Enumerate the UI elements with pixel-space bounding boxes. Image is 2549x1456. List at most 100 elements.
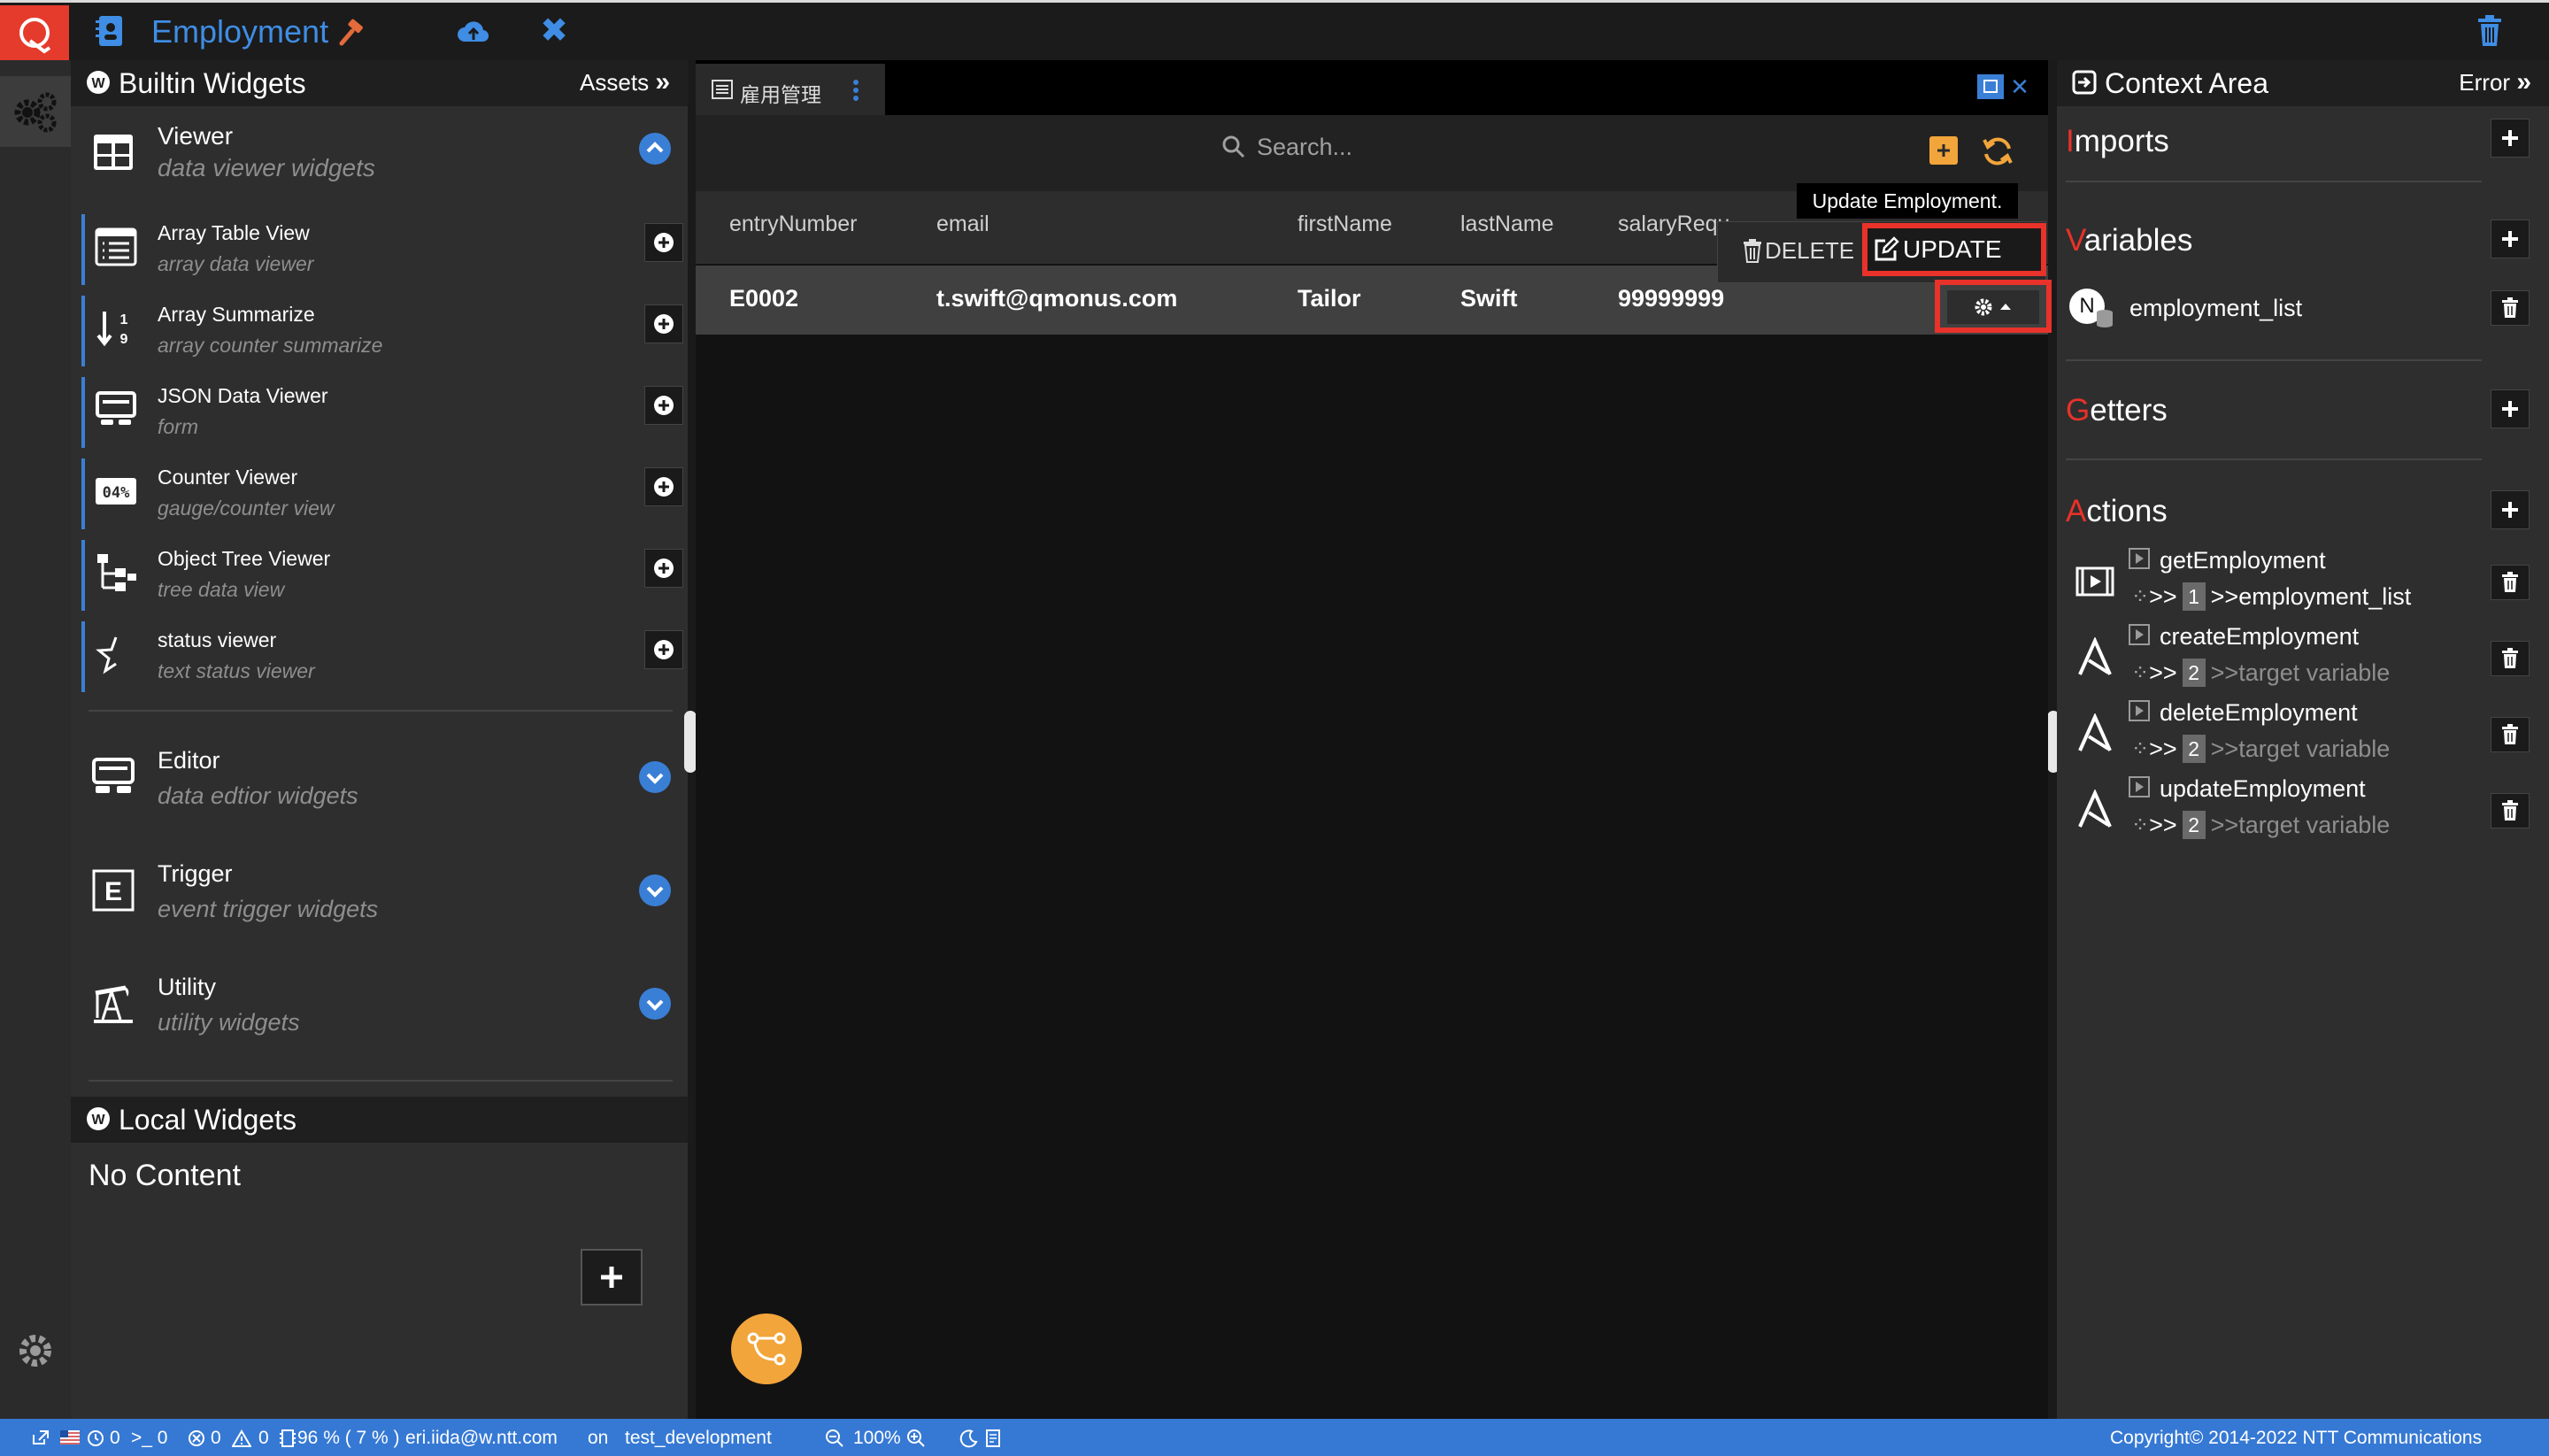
widget-title: status viewer: [158, 628, 277, 651]
spinner-icon: ⁘: [2131, 584, 2150, 609]
add-getter-button[interactable]: [2491, 389, 2530, 428]
add-widget-button[interactable]: [644, 386, 683, 425]
widget-object-tree-viewer[interactable]: Object Tree Viewer tree data view: [81, 538, 683, 612]
widget-counter-viewer[interactable]: 04% Counter Viewer gauge/counter view: [81, 457, 683, 531]
add-variable-button[interactable]: [2491, 220, 2530, 258]
cloud-upload-icon[interactable]: [457, 17, 490, 47]
widget-subtitle: tree data view: [158, 578, 285, 601]
settings-gear-icon[interactable]: [16, 1331, 55, 1370]
rail-widgets-button[interactable]: [0, 76, 71, 147]
group-editor[interactable]: Editor data edtior widgets: [71, 738, 688, 813]
status-environment[interactable]: test_development: [625, 1428, 772, 1449]
expand-toggle-button[interactable]: [639, 761, 671, 793]
action-target: >>employment_list: [2210, 582, 2412, 610]
add-widget-button[interactable]: [644, 304, 683, 343]
tab-employment-management[interactable]: 雇用管理: [696, 64, 885, 115]
group-trigger[interactable]: E Trigger event trigger widgets: [71, 851, 688, 926]
column-header-lastname[interactable]: lastName: [1460, 212, 1554, 237]
action-name[interactable]: updateEmployment: [2160, 775, 2366, 803]
app-logo[interactable]: [0, 5, 69, 63]
add-action-button[interactable]: [2491, 490, 2530, 529]
delete-button[interactable]: DELETE: [1742, 235, 1854, 266]
add-widget-button[interactable]: [644, 223, 683, 262]
maximize-button[interactable]: [1977, 74, 2004, 99]
update-button-content: UPDATE: [1873, 232, 2002, 267]
zoom-out-icon[interactable]: [825, 1429, 844, 1448]
external-link-icon[interactable]: [32, 1429, 50, 1445]
kebab-menu-icon[interactable]: [850, 78, 862, 103]
left-splitter-handle[interactable]: [684, 711, 697, 773]
widget-array-summarize[interactable]: 1 9 Array Summarize array counter summar…: [81, 294, 683, 368]
column-header-entrynumber[interactable]: entryNumber: [729, 212, 858, 237]
add-widget-button[interactable]: [644, 630, 683, 669]
status-warnings[interactable]: 0: [258, 1428, 269, 1449]
trash-icon[interactable]: [2476, 15, 2503, 47]
status-errors[interactable]: 0: [211, 1428, 221, 1449]
update-button[interactable]: UPDATE: [1862, 223, 2046, 276]
error-circle-icon: [189, 1430, 204, 1446]
cell-lastname: Swift: [1460, 285, 1518, 312]
caret-up-icon: [2000, 304, 2011, 310]
column-header-salary[interactable]: salaryRequ: [1618, 212, 1729, 237]
assets-link[interactable]: Assets »: [580, 67, 670, 97]
film-icon: [2075, 566, 2114, 597]
status-terminal[interactable]: >_ 0: [131, 1428, 167, 1449]
svg-text:1: 1: [120, 312, 128, 327]
expand-toggle-button[interactable]: [639, 874, 671, 906]
group-utility[interactable]: Utility utility widgets: [71, 965, 688, 1039]
action-chain: ⁘ >> 2 >>target variable: [2131, 735, 2390, 763]
plus-icon: [1937, 144, 1950, 157]
widget-subtitle: array counter summarize: [158, 334, 383, 357]
column-header-firstname[interactable]: firstName: [1298, 212, 1392, 237]
add-record-button[interactable]: [1929, 136, 1958, 165]
row-settings-inner: [1947, 290, 2039, 324]
action-name[interactable]: getEmployment: [2160, 547, 2326, 574]
column-header-email[interactable]: email: [936, 212, 990, 237]
add-import-button[interactable]: [2491, 119, 2530, 158]
delete-variable-button[interactable]: [2491, 290, 2530, 326]
document-icon[interactable]: [984, 1429, 1002, 1448]
group-viewer[interactable]: Viewer data viewer widgets: [71, 115, 688, 186]
divider: [89, 1080, 673, 1082]
close-project-button[interactable]: ✖: [538, 13, 570, 49]
svg-text:W: W: [91, 76, 105, 91]
project-title[interactable]: Employment: [151, 13, 328, 50]
plus-circle-icon: [654, 314, 674, 334]
add-local-widget-button[interactable]: [581, 1249, 643, 1306]
widget-json-data-viewer[interactable]: JSON Data Viewer form: [81, 375, 683, 450]
clock-icon: [88, 1430, 104, 1446]
add-widget-button[interactable]: [644, 467, 683, 506]
delete-action-button[interactable]: [2491, 641, 2530, 676]
moon-icon[interactable]: [959, 1429, 979, 1448]
collapse-toggle-button[interactable]: [639, 133, 671, 165]
action-name[interactable]: createEmployment: [2160, 623, 2359, 651]
pumpjack-icon: [94, 985, 133, 1023]
ansible-a-icon: [2078, 790, 2112, 828]
svg-text:W: W: [91, 1113, 105, 1128]
delete-action-button[interactable]: [2491, 717, 2530, 752]
action-target: >>target variable: [2210, 659, 2391, 686]
delete-action-button[interactable]: [2491, 565, 2530, 600]
expand-toggle-button[interactable]: [639, 988, 671, 1020]
status-on: on: [588, 1428, 609, 1448]
widget-subtitle: array data viewer: [158, 252, 314, 275]
action-name[interactable]: deleteEmployment: [2160, 699, 2358, 727]
hammer-icon[interactable]: [336, 19, 365, 47]
plus-icon: [601, 1267, 622, 1288]
search-input[interactable]: [1257, 129, 1575, 165]
tooltip: Update Employment.: [1797, 183, 2018, 219]
widget-array-table-view[interactable]: Array Table View array data viewer: [81, 212, 683, 287]
refresh-icon[interactable]: [1981, 135, 2014, 168]
flow-fab-button[interactable]: [731, 1313, 802, 1384]
cell-firstname: Tailor: [1298, 285, 1361, 312]
widget-status-viewer[interactable]: status viewer text status viewer: [81, 620, 683, 694]
plus-circle-icon: [654, 559, 674, 578]
add-widget-button[interactable]: [644, 549, 683, 588]
row-settings-button[interactable]: [1935, 280, 2052, 333]
arrow: >>: [2149, 659, 2177, 686]
zoom-in-icon[interactable]: [906, 1429, 926, 1448]
delete-action-button[interactable]: [2491, 793, 2530, 828]
variable-name[interactable]: employment_list: [2129, 295, 2302, 322]
close-tab-button[interactable]: ✕: [2006, 74, 2034, 99]
error-link[interactable]: Error »: [2459, 67, 2531, 97]
